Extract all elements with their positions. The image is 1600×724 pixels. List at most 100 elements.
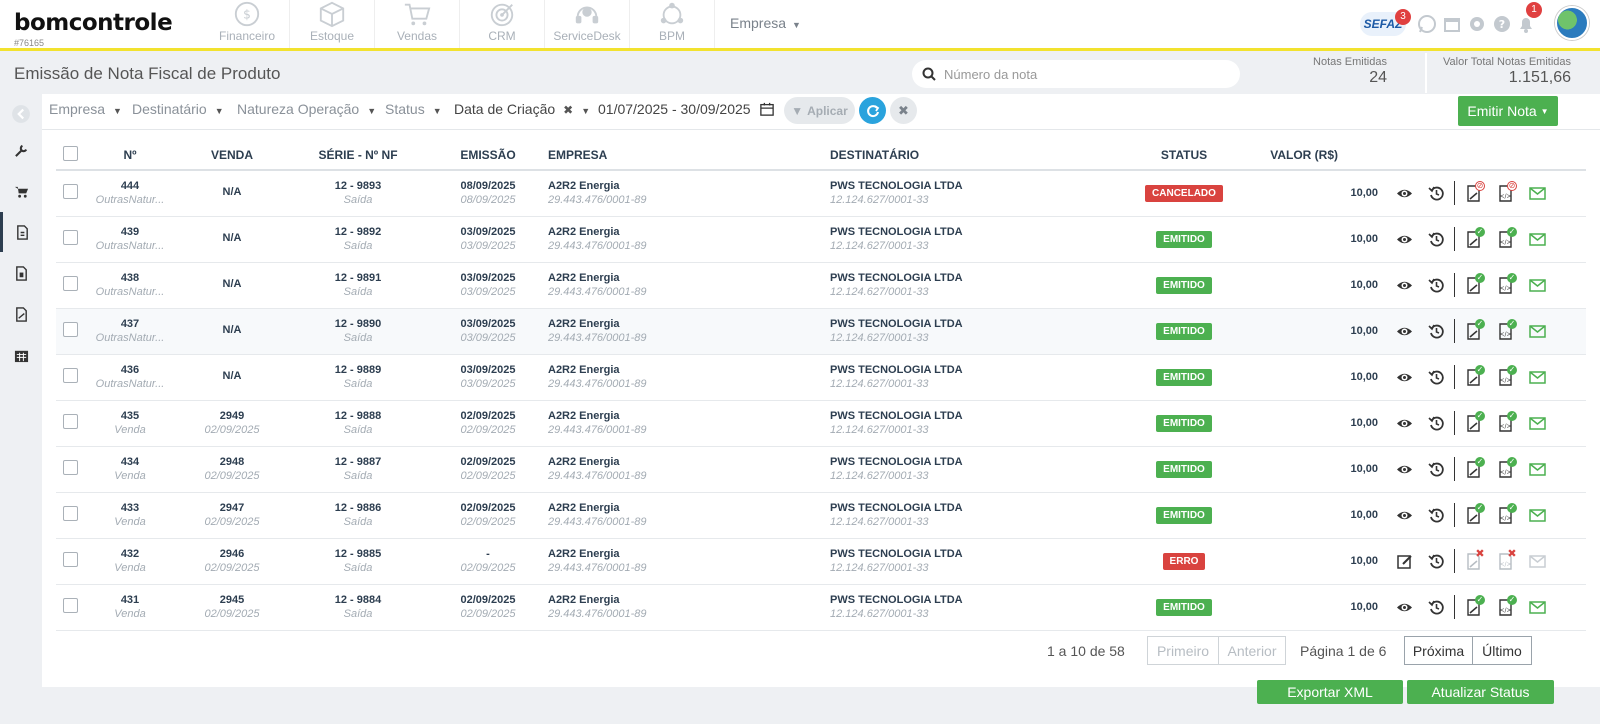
view-button[interactable] [1388, 457, 1420, 481]
sidebar-item-nfse[interactable] [0, 253, 42, 293]
sidebar-item-calendar[interactable] [0, 335, 42, 375]
table-row[interactable]: 437 OutrasNatur... N/A 12 - 9890 Saída 03/09/… [56, 308, 1586, 355]
table-row[interactable]: 433 Venda 2947 02/09/2025 12 - 9886 Saída 02/0… [56, 492, 1586, 539]
calendar-icon[interactable] [1442, 14, 1462, 34]
module-financeiro[interactable]: $ Financeiro [205, 0, 290, 48]
emitir-nota-button[interactable]: Emitir Nota ▼ [1458, 96, 1558, 126]
pdf-button[interactable]: ✓ [1457, 503, 1489, 527]
xml-button[interactable]: </> ✓ [1489, 595, 1521, 619]
pdf-button[interactable]: ⊘ [1457, 181, 1489, 205]
table-row[interactable]: 444 OutrasNatur... N/A 12 - 9893 Saída 08/09/… [56, 170, 1586, 217]
row-checkbox[interactable] [62, 322, 78, 337]
xml-button[interactable]: </> ✓ [1489, 319, 1521, 343]
history-button[interactable] [1420, 365, 1452, 389]
clear-filters-button[interactable]: ✖ [890, 97, 917, 124]
clear-icon[interactable]: ✖ [563, 103, 573, 117]
module-vendas[interactable]: Vendas [375, 0, 460, 48]
pdf-button[interactable]: ✓ [1457, 273, 1489, 297]
history-button[interactable] [1420, 503, 1452, 527]
col-destinatario[interactable]: DESTINATÁRIO [830, 140, 1126, 171]
row-checkbox[interactable] [62, 184, 78, 200]
date-range[interactable]: 01/07/2025 - 30/09/2025 [598, 101, 775, 117]
table-row[interactable]: 436 OutrasNatur... N/A 12 - 9889 Saída 03/09/… [56, 354, 1586, 401]
sidebar-item-cart[interactable] [0, 171, 42, 211]
email-button[interactable] [1521, 411, 1553, 435]
pdf-button[interactable]: ✓ [1457, 411, 1489, 435]
refresh-button[interactable] [859, 97, 886, 124]
col-empresa[interactable]: EMPRESA [548, 140, 830, 171]
filter-destinatario[interactable]: Destinatário ▼ [132, 101, 224, 117]
email-button[interactable] [1521, 273, 1553, 297]
xml-button[interactable]: </> ⊘ [1489, 181, 1521, 205]
module-bpm[interactable]: BPM [630, 0, 715, 48]
atualizar-status-button[interactable]: Atualizar Status [1407, 680, 1554, 704]
sidebar-item-nfe[interactable] [0, 212, 42, 252]
first-page-button[interactable]: Primeiro [1147, 636, 1219, 665]
empresa-dropdown[interactable]: Empresa ▼ [730, 15, 801, 31]
pdf-button[interactable]: ✓ [1457, 457, 1489, 481]
row-checkbox[interactable] [62, 368, 78, 383]
filter-data-criacao[interactable]: Data de Criação ✖ ▼ [454, 101, 590, 117]
avatar[interactable] [1555, 6, 1589, 40]
email-button[interactable] [1521, 227, 1553, 251]
table-row[interactable]: 439 OutrasNatur... N/A 12 - 9892 Saída 03/09/… [56, 216, 1586, 263]
row-checkbox[interactable] [62, 552, 78, 567]
next-page-button[interactable]: Próxima [1404, 636, 1473, 665]
col-venda[interactable]: VENDA [176, 140, 288, 171]
previous-page-button[interactable]: Anterior [1218, 636, 1286, 665]
filter-empresa[interactable]: Empresa ▼ [49, 101, 122, 117]
row-checkbox[interactable] [62, 598, 78, 613]
col-serie[interactable]: SÉRIE - Nº NF [288, 140, 428, 171]
apply-filter-button[interactable]: ▼ Aplicar [784, 97, 855, 124]
view-button[interactable] [1388, 319, 1420, 343]
view-button[interactable] [1388, 181, 1420, 205]
email-button[interactable] [1521, 595, 1553, 619]
xml-button[interactable]: </> ✓ [1489, 227, 1521, 251]
history-button[interactable] [1420, 227, 1452, 251]
logo[interactable]: bomcontrole #76165 [14, 10, 173, 48]
sidebar-collapse[interactable] [0, 94, 42, 134]
col-emissao[interactable]: EMISSÃO [428, 140, 548, 171]
pdf-button[interactable]: ✓ [1457, 227, 1489, 251]
view-button[interactable] [1388, 595, 1420, 619]
module-estoque[interactable]: Estoque [290, 0, 375, 48]
xml-button[interactable]: </> ✓ [1489, 273, 1521, 297]
history-button[interactable] [1420, 181, 1452, 205]
help-icon[interactable]: ? [1492, 14, 1512, 34]
row-checkbox[interactable] [62, 276, 78, 291]
module-crm[interactable]: CRM [460, 0, 545, 48]
xml-button[interactable]: </> ✓ [1489, 411, 1521, 435]
email-button[interactable] [1521, 503, 1553, 527]
module-servicedesk[interactable]: ServiceDesk [545, 0, 630, 48]
email-button[interactable] [1521, 365, 1553, 389]
col-status[interactable]: STATUS [1126, 140, 1242, 171]
sidebar-item-tools[interactable] [0, 130, 42, 170]
history-button[interactable] [1420, 411, 1452, 435]
pdf-button[interactable]: ✓ [1457, 319, 1489, 343]
exportar-xml-button[interactable]: Exportar XML [1257, 680, 1403, 704]
table-row[interactable]: 435 Venda 2949 02/09/2025 12 - 9888 Saída 02/0… [56, 400, 1586, 447]
table-row[interactable]: 431 Venda 2945 02/09/2025 12 - 9884 Saída 02/0… [56, 584, 1586, 631]
row-checkbox[interactable] [62, 460, 78, 475]
filter-status[interactable]: Status ▼ [385, 101, 442, 117]
edit-button[interactable] [1388, 549, 1420, 573]
email-button[interactable] [1521, 319, 1553, 343]
view-button[interactable] [1388, 273, 1420, 297]
history-button[interactable] [1420, 319, 1452, 343]
email-button[interactable] [1521, 457, 1553, 481]
xml-button[interactable]: </> ✖ [1489, 548, 1521, 573]
pdf-button[interactable]: ✖ [1457, 548, 1489, 573]
email-button[interactable] [1521, 549, 1553, 573]
pdf-button[interactable]: ✓ [1457, 595, 1489, 619]
row-checkbox[interactable] [62, 414, 78, 429]
xml-button[interactable]: </> ✓ [1489, 457, 1521, 481]
xml-button[interactable]: </> ✓ [1489, 365, 1521, 389]
table-row[interactable]: 434 Venda 2948 02/09/2025 12 - 9887 Saída 02/0… [56, 446, 1586, 493]
row-checkbox[interactable] [62, 230, 78, 245]
search-input[interactable] [944, 66, 1224, 82]
sidebar-item-pdf[interactable] [0, 294, 42, 334]
view-button[interactable] [1388, 365, 1420, 389]
xml-button[interactable]: </> ✓ [1489, 503, 1521, 527]
view-button[interactable] [1388, 503, 1420, 527]
search-box[interactable] [912, 60, 1240, 88]
